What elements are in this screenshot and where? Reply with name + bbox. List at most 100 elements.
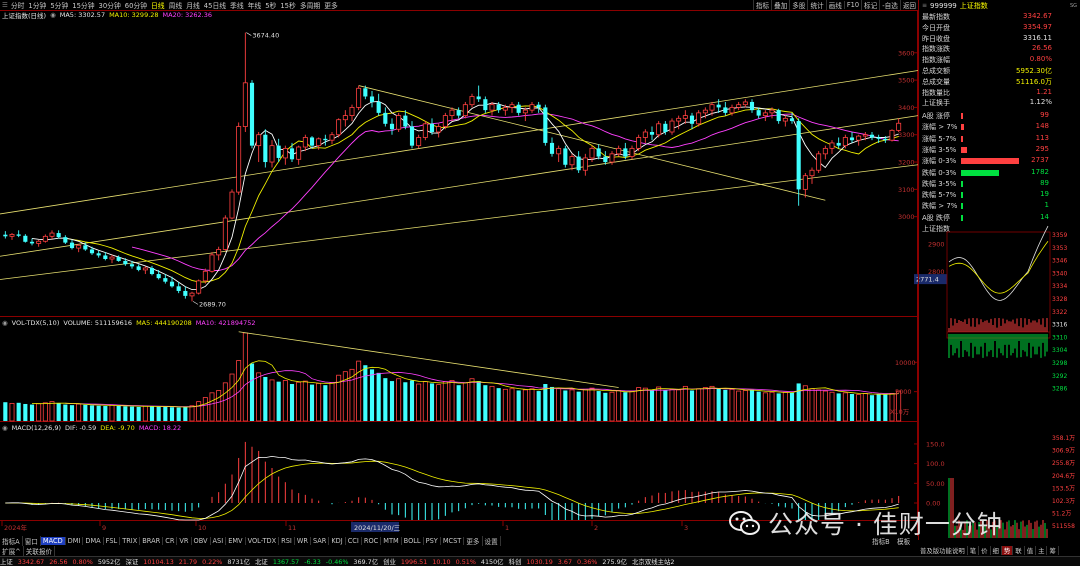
quote-tab-3[interactable]: 细 [991, 545, 1002, 555]
volume-bar[interactable] [543, 384, 548, 421]
volume-bar[interactable] [876, 393, 881, 421]
candle-body[interactable] [249, 82, 255, 146]
volume-bar[interactable] [529, 388, 535, 422]
quote-tab-5[interactable]: 联 [1013, 545, 1025, 555]
candle-body[interactable] [349, 107, 355, 117]
volume-bar[interactable] [856, 394, 862, 422]
volume-bar[interactable] [276, 381, 281, 421]
volume-bar[interactable] [476, 381, 481, 421]
candle-body[interactable] [129, 264, 135, 267]
candle-body[interactable] [449, 109, 455, 117]
volume-bar[interactable] [729, 388, 735, 422]
volume-bar[interactable] [216, 390, 222, 422]
main-chart[interactable]: 3600350034003300320031003000290028003674… [0, 0, 947, 536]
indicator-tab-24[interactable]: 更多 [464, 536, 483, 546]
candle-body[interactable] [89, 249, 95, 254]
candle-body[interactable] [63, 237, 68, 243]
candle-body[interactable] [16, 234, 21, 236]
candle-body[interactable] [529, 104, 535, 111]
indicator-tab-9[interactable]: VR [177, 537, 192, 545]
volume-bar[interactable] [862, 393, 868, 422]
volume-bar[interactable] [669, 388, 675, 422]
candle-body[interactable] [409, 126, 415, 146]
volume-bar[interactable] [802, 385, 808, 422]
candle-body[interactable] [589, 147, 595, 159]
candle-body[interactable] [616, 147, 622, 155]
indicator-tab-1[interactable]: 窗口 [23, 536, 41, 546]
volume-bar[interactable] [723, 389, 728, 421]
volume-bar[interactable] [496, 388, 501, 421]
volume-bar[interactable] [389, 381, 395, 421]
volume-bar[interactable] [416, 383, 422, 422]
candle-body[interactable] [269, 145, 275, 163]
candle-body[interactable] [242, 82, 248, 127]
volume-bar[interactable] [429, 383, 435, 421]
indicator-tab-5[interactable]: FSL [104, 537, 121, 545]
candle-body[interactable] [623, 148, 628, 157]
candle-body[interactable] [696, 112, 702, 125]
volume-bar[interactable] [509, 388, 515, 422]
volume-bar[interactable] [176, 407, 181, 421]
quote-tab-4[interactable]: 势 [1001, 545, 1014, 555]
volume-bar[interactable] [422, 381, 428, 422]
extra-tab-0[interactable]: 扩展^ [0, 545, 24, 556]
volume-bar[interactable] [736, 390, 742, 422]
volume-bar[interactable] [183, 406, 188, 421]
volume-bar[interactable] [642, 387, 648, 422]
volume-bar[interactable] [3, 402, 8, 421]
indicator-tab-7[interactable]: BRAR [140, 537, 164, 545]
candle-body[interactable] [136, 266, 141, 270]
volume-bar[interactable] [356, 360, 362, 422]
intraday-mini-chart[interactable]: 3359 3353 3346 3340 3334 3328 3322 3316 3310 3304… [919, 0, 1080, 538]
volume-bar[interactable] [196, 401, 202, 422]
volume-bar[interactable] [96, 405, 101, 421]
indicator-tab-19[interactable]: ROC [362, 537, 382, 545]
volume-bar[interactable] [569, 389, 575, 422]
candle-body[interactable] [636, 137, 642, 149]
indicator-tab-25[interactable]: 设置 [483, 536, 501, 546]
candle-body[interactable] [896, 122, 902, 131]
volume-bar[interactable] [163, 406, 168, 421]
candle-body[interactable] [663, 123, 668, 132]
candle-body[interactable] [682, 115, 688, 119]
candle-body[interactable] [363, 88, 368, 97]
indicator-tab-23[interactable]: MCST [441, 537, 465, 545]
volume-bar[interactable] [603, 392, 608, 421]
volume-bar[interactable] [409, 380, 415, 421]
volume-bar[interactable] [849, 393, 855, 421]
volume-bar[interactable] [242, 332, 248, 422]
volume-bar[interactable] [623, 392, 628, 421]
candle-body[interactable] [296, 146, 302, 160]
indicator-tab-17[interactable]: KDJ [329, 537, 346, 545]
volume-bar[interactable] [462, 382, 468, 422]
candle-body[interactable] [822, 147, 828, 155]
candle-body[interactable] [576, 156, 581, 171]
quote-tab-7[interactable]: 主 [1036, 545, 1048, 555]
volume-bar[interactable] [716, 388, 721, 421]
indicator-tab-22[interactable]: PSY [424, 537, 441, 545]
candle-body[interactable] [309, 137, 315, 146]
candle-body[interactable] [389, 123, 395, 130]
candle-body[interactable] [256, 134, 262, 147]
candle-body[interactable] [403, 115, 408, 127]
indicator-tab-16[interactable]: SAR [311, 537, 330, 545]
indicator-tab-8[interactable]: CR [163, 537, 178, 545]
volume-bar[interactable] [842, 392, 848, 422]
volume-bar[interactable] [649, 389, 655, 421]
volume-bar[interactable] [702, 387, 708, 422]
volume-bar[interactable] [76, 403, 82, 422]
candle-body[interactable] [83, 245, 88, 250]
indicator-tab-13[interactable]: VOL-TDX [246, 537, 280, 545]
candle-body[interactable] [29, 241, 35, 244]
volume-bar[interactable] [302, 380, 308, 422]
candle-body[interactable] [109, 256, 115, 260]
volume-bar[interactable] [556, 388, 562, 422]
candle-body[interactable] [149, 268, 155, 275]
volume-bar[interactable] [189, 405, 195, 422]
volume-bar[interactable] [136, 406, 141, 421]
candle-body[interactable] [556, 147, 562, 155]
candle-body[interactable] [509, 104, 515, 108]
candle-body[interactable] [209, 254, 215, 272]
volume-bar[interactable] [403, 382, 408, 421]
volume-bar[interactable] [563, 390, 568, 421]
